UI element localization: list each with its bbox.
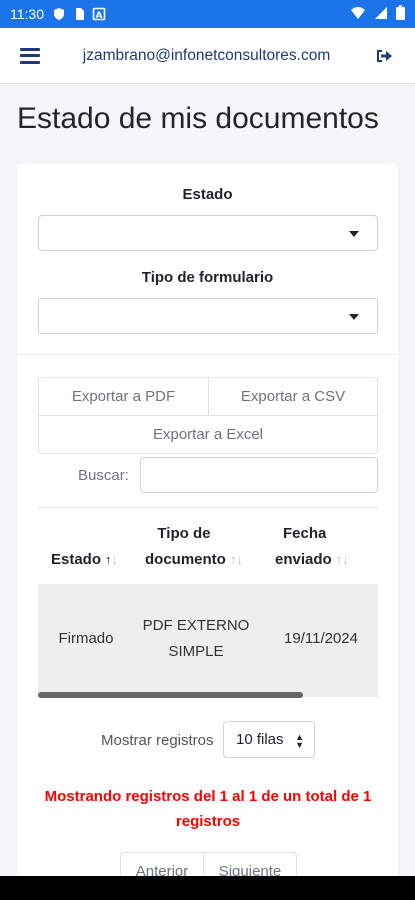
page-length-select[interactable]: 10 filas ▲ ▼: [223, 721, 315, 758]
column-header-tipo-documento[interactable]: Tipo de documento ↑↓: [145, 521, 243, 573]
updown-caret-icon: ▲ ▼: [295, 732, 304, 750]
export-csv-button[interactable]: Exportar a CSV: [208, 377, 378, 416]
horizontal-scrollbar[interactable]: [38, 692, 303, 698]
cell-tipo-line2: SIMPLE: [168, 643, 224, 660]
documents-card: Estado Tipo de formulario Exportar a PDF…: [17, 163, 398, 893]
svg-text:A: A: [96, 11, 103, 21]
status-bar: 11:30 A: [0, 0, 415, 28]
cell-tipo-documento: PDF EXTERNO SIMPLE: [134, 613, 258, 665]
status-right-group: [350, 5, 405, 23]
column-header-fecha-line1: Fecha: [283, 525, 327, 542]
signal-icon: [374, 6, 388, 23]
section-divider: [17, 354, 398, 355]
sort-icon: ↑↓: [229, 552, 243, 567]
battery-icon: [396, 5, 405, 23]
shield-icon: [52, 7, 66, 21]
sort-asc-icon: ↑↓: [105, 552, 119, 567]
logout-icon[interactable]: [373, 45, 395, 67]
tipo-formulario-select[interactable]: [38, 298, 378, 334]
column-header-estado[interactable]: Estado ↑↓: [51, 547, 118, 573]
show-records-label: Mostrar registros: [101, 732, 214, 749]
column-header-tipo-line1: Tipo de: [157, 525, 211, 542]
search-label: Buscar:: [78, 467, 129, 484]
sort-icon: ↑↓: [335, 552, 349, 567]
notification-a-icon: A: [92, 7, 106, 21]
hamburger-menu-icon[interactable]: [20, 47, 40, 64]
caret-down-icon: [349, 314, 359, 320]
user-email: jzambrano@infonetconsultores.com: [82, 46, 331, 64]
page-title: Estado de mis documentos: [17, 102, 379, 135]
sim-card-icon: [72, 7, 86, 21]
wifi-icon: [350, 6, 366, 23]
estado-filter-label: Estado: [182, 186, 233, 203]
column-header-fecha-line2: enviado: [275, 551, 332, 568]
export-excel-button[interactable]: Exportar a Excel: [38, 415, 378, 454]
cell-fecha-enviado: 19/11/2024: [284, 630, 358, 647]
export-pdf-button[interactable]: Exportar a PDF: [38, 377, 209, 416]
table-top-border: [38, 507, 378, 508]
column-header-estado-label: Estado: [51, 551, 102, 568]
estado-select[interactable]: [38, 215, 378, 251]
records-info-line2: registros: [175, 813, 241, 830]
column-header-fecha-enviado[interactable]: Fecha enviado ↑↓: [275, 521, 349, 573]
tipo-formulario-label: Tipo de formulario: [141, 269, 274, 286]
page-length-value: 10 filas: [236, 731, 284, 748]
records-info: Mostrando registros del 1 al 1 de un tot…: [38, 784, 378, 834]
table-row[interactable]: Firmado PDF EXTERNO SIMPLE 19/11/2024: [38, 584, 378, 697]
system-navigation-bar: [0, 876, 415, 900]
cell-tipo-line1: PDF EXTERNO: [142, 617, 250, 634]
caret-down-icon: [349, 231, 359, 237]
top-navbar: jzambrano@infonetconsultores.com: [0, 28, 415, 84]
column-header-tipo-line2: documento: [145, 551, 226, 568]
cell-estado: Firmado: [58, 630, 114, 647]
status-time: 11:30: [10, 6, 44, 22]
records-info-line1: Mostrando registros del 1 al 1 de un tot…: [44, 788, 372, 805]
search-input[interactable]: [140, 457, 378, 493]
